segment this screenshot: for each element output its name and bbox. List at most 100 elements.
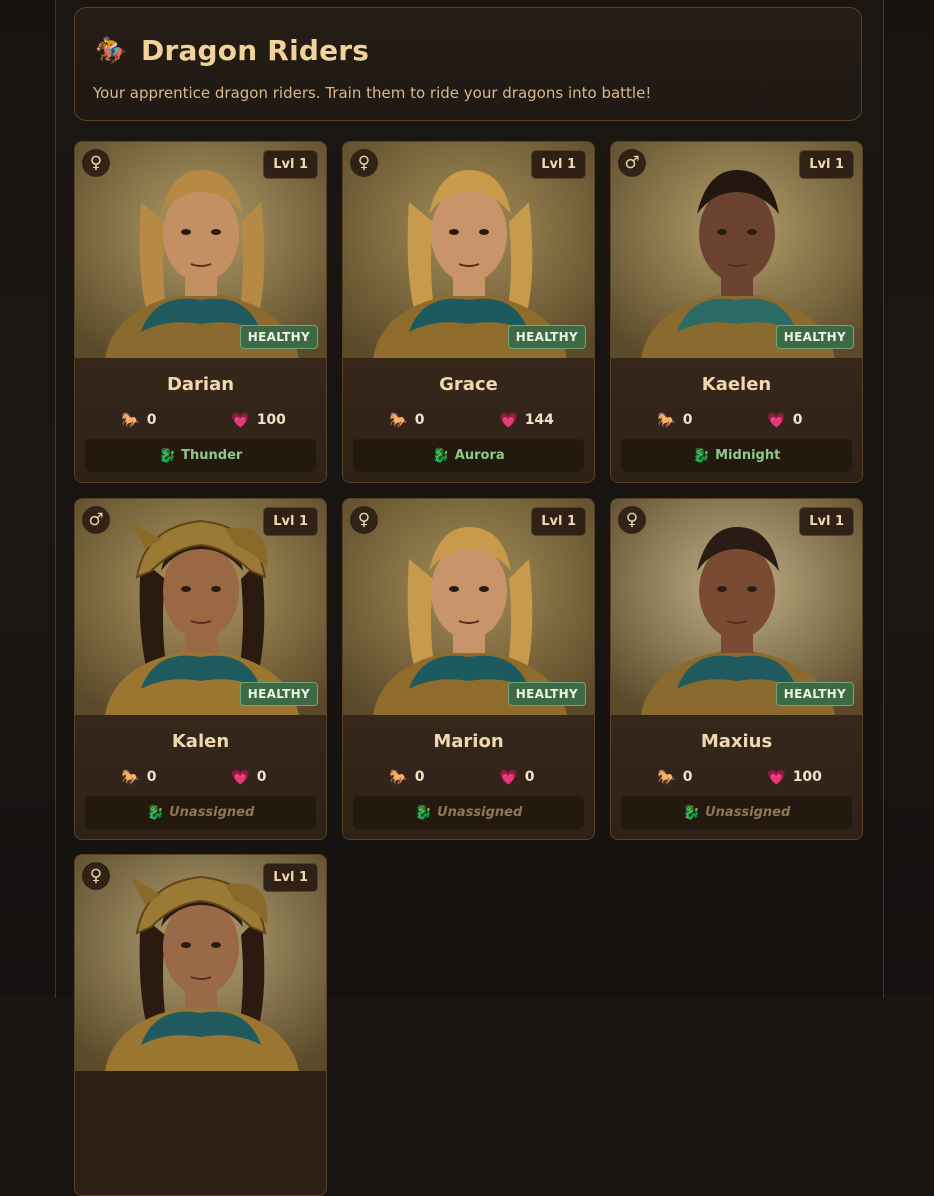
rider-name: Grace [343, 374, 594, 395]
heart-icon: 💗 [499, 411, 518, 429]
riding-stat: 🐎 0 [121, 411, 156, 429]
rider-card[interactable]: ♂ Lvl 1 HEALTHY Kaelen 🐎 0 💗 0 🐉 Midnight [610, 141, 863, 483]
level-badge: Lvl 1 [799, 507, 854, 536]
dragon-name: Aurora [455, 448, 505, 463]
level-badge: Lvl 1 [531, 150, 586, 179]
dragon-name: Thunder [181, 448, 242, 463]
rider-name: Maxius [611, 731, 862, 752]
rider-card[interactable]: ♂ Lvl 1 HEALTHY Kalen 🐎 0 💗 0 🐉 Unassigne… [74, 498, 327, 840]
rider-name: Kalen [75, 731, 326, 752]
heart-icon: 💗 [499, 768, 518, 786]
page-header: 🏇 Dragon Riders Your apprentice dragon r… [74, 7, 862, 121]
dragon-icon: 🐉 [415, 805, 432, 821]
page-subtitle: Your apprentice dragon riders. Train the… [93, 84, 651, 102]
health-value: 0 [257, 769, 267, 785]
dragon-icon: 🐉 [147, 805, 164, 821]
level-badge: Lvl 1 [263, 863, 318, 892]
riding-stat: 🐎 0 [657, 411, 692, 429]
heart-icon: 💗 [767, 411, 786, 429]
rider-card[interactable]: ♀ Lvl 1 HEALTHY Darian 🐎 0 💗 100 🐉 Thunde… [74, 141, 327, 483]
horse-icon: 🐎 [657, 411, 676, 429]
riding-value: 0 [683, 412, 693, 428]
dragon-icon: 🐉 [683, 805, 700, 821]
heart-icon: 💗 [767, 768, 786, 786]
health-stat: 💗 0 [767, 411, 802, 429]
rider-info: Kalen 🐎 0 💗 0 🐉 Unassigned [75, 715, 326, 840]
rider-info: Darian 🐎 0 💗 100 🐉 Thunder [75, 358, 326, 483]
horse-icon: 🐎 [389, 768, 408, 786]
male-gender-icon: ♂ [618, 149, 646, 177]
level-badge: Lvl 1 [263, 507, 318, 536]
dragon-assignment[interactable]: 🐉 Unassigned [353, 796, 584, 829]
rider-card[interactable]: ♀ Lvl 1 [74, 854, 327, 1196]
background-left [0, 0, 55, 995]
background-right [882, 0, 934, 995]
riding-value: 0 [415, 412, 425, 428]
dragon-name: Unassigned [169, 805, 254, 820]
heart-icon: 💗 [231, 411, 250, 429]
health-value: 0 [525, 769, 535, 785]
female-gender-icon: ♀ [82, 862, 110, 890]
status-badge: HEALTHY [240, 325, 318, 349]
status-badge: HEALTHY [508, 682, 586, 706]
page-title: Dragon Riders [141, 34, 369, 67]
health-stat: 💗 0 [499, 768, 534, 786]
level-badge: Lvl 1 [263, 150, 318, 179]
health-stat: 💗 100 [767, 768, 822, 786]
status-badge: HEALTHY [776, 325, 854, 349]
dragon-icon: 🐉 [693, 448, 710, 464]
level-badge: Lvl 1 [799, 150, 854, 179]
riding-value: 0 [147, 412, 157, 428]
health-value: 100 [793, 769, 822, 785]
status-badge: HEALTHY [508, 325, 586, 349]
female-gender-icon: ♀ [350, 149, 378, 177]
riding-stat: 🐎 0 [389, 411, 424, 429]
riding-value: 0 [147, 769, 157, 785]
heart-icon: 💗 [231, 768, 250, 786]
horse-rider-icon: 🏇 [95, 38, 131, 64]
dragon-assignment[interactable]: 🐉 Midnight [621, 439, 852, 472]
dragon-icon: 🐉 [159, 448, 176, 464]
rider-card[interactable]: ♀ Lvl 1 HEALTHY Grace 🐎 0 💗 144 🐉 Aurora [342, 141, 595, 483]
rider-info: Kaelen 🐎 0 💗 0 🐉 Midnight [611, 358, 862, 483]
female-gender-icon: ♀ [618, 506, 646, 534]
health-value: 100 [257, 412, 286, 428]
dragon-assignment[interactable]: 🐉 Unassigned [85, 796, 316, 829]
status-badge: HEALTHY [240, 682, 318, 706]
health-value: 0 [793, 412, 803, 428]
rider-name: Marion [343, 731, 594, 752]
health-stat: 💗 0 [231, 768, 266, 786]
riding-value: 0 [683, 769, 693, 785]
rider-card[interactable]: ♀ Lvl 1 HEALTHY Marion 🐎 0 💗 0 🐉 Unassign… [342, 498, 595, 840]
title-row: 🏇 Dragon Riders [95, 34, 369, 67]
horse-icon: 🐎 [389, 411, 408, 429]
female-gender-icon: ♀ [350, 506, 378, 534]
horse-icon: 🐎 [121, 768, 140, 786]
health-stat: 💗 100 [231, 411, 286, 429]
rider-name: Kaelen [611, 374, 862, 395]
rider-info: Maxius 🐎 0 💗 100 🐉 Unassigned [611, 715, 862, 840]
riding-value: 0 [415, 769, 425, 785]
rider-card[interactable]: ♀ Lvl 1 HEALTHY Maxius 🐎 0 💗 100 🐉 Unassi… [610, 498, 863, 840]
riding-stat: 🐎 0 [121, 768, 156, 786]
riding-stat: 🐎 0 [657, 768, 692, 786]
dragon-name: Unassigned [705, 805, 790, 820]
dragon-assignment[interactable]: 🐉 Unassigned [621, 796, 852, 829]
dragon-icon: 🐉 [432, 448, 449, 464]
horse-icon: 🐎 [657, 768, 676, 786]
rider-info: Marion 🐎 0 💗 0 🐉 Unassigned [343, 715, 594, 840]
level-badge: Lvl 1 [531, 507, 586, 536]
health-value: 144 [525, 412, 554, 428]
rider-info: Grace 🐎 0 💗 144 🐉 Aurora [343, 358, 594, 483]
dragon-name: Midnight [715, 448, 780, 463]
dragon-assignment[interactable]: 🐉 Aurora [353, 439, 584, 472]
female-gender-icon: ♀ [82, 149, 110, 177]
dragon-assignment[interactable]: 🐉 Thunder [85, 439, 316, 472]
horse-icon: 🐎 [121, 411, 140, 429]
health-stat: 💗 144 [499, 411, 554, 429]
dragon-name: Unassigned [437, 805, 522, 820]
riding-stat: 🐎 0 [389, 768, 424, 786]
rider-name: Darian [75, 374, 326, 395]
male-gender-icon: ♂ [82, 506, 110, 534]
status-badge: HEALTHY [776, 682, 854, 706]
